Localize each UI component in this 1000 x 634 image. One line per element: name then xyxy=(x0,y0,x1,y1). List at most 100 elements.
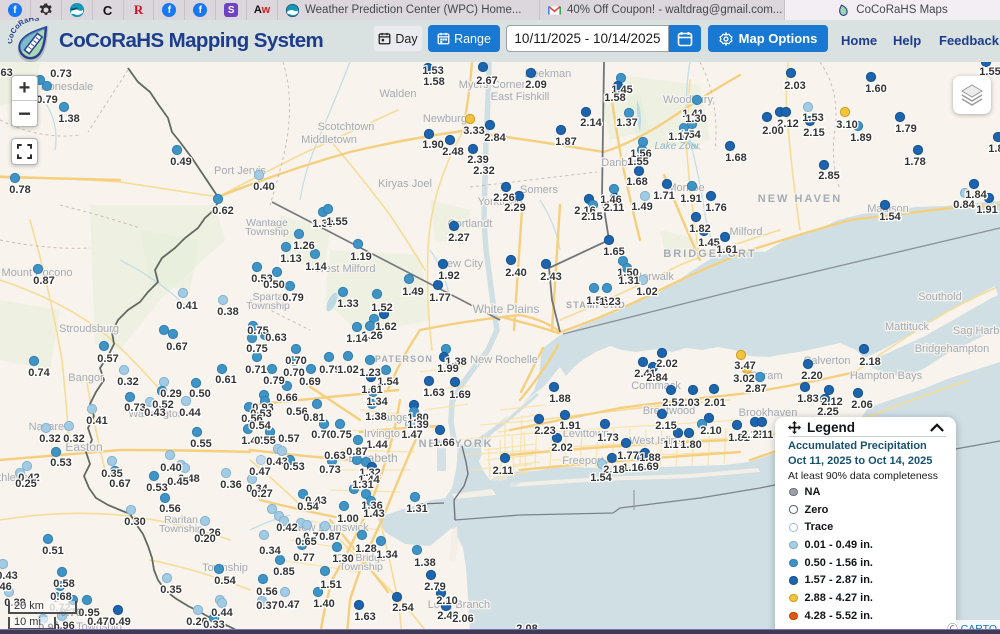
svg-text:1.33: 1.33 xyxy=(337,298,358,310)
svg-text:1.49: 1.49 xyxy=(631,201,652,213)
svg-text:1.55: 1.55 xyxy=(627,156,648,168)
svg-text:1.38: 1.38 xyxy=(414,557,435,569)
svg-text:2.06: 2.06 xyxy=(851,399,872,411)
svg-text:2.03: 2.03 xyxy=(784,80,805,92)
svg-text:0.20: 0.20 xyxy=(194,533,215,545)
svg-text:0.53: 0.53 xyxy=(50,457,71,469)
svg-text:East Fishkill: East Fishkill xyxy=(491,91,550,103)
svg-text:2.27: 2.27 xyxy=(448,232,469,244)
svg-text:0.67: 0.67 xyxy=(166,341,187,353)
svg-text:0.54: 0.54 xyxy=(249,420,271,432)
svg-text:1.49: 1.49 xyxy=(402,286,423,298)
svg-text:2.40: 2.40 xyxy=(505,267,526,279)
svg-text:1.14: 1.14 xyxy=(346,333,368,345)
svg-text:0.79: 0.79 xyxy=(36,94,57,106)
svg-text:Woodbury: Woodbury xyxy=(663,94,713,106)
svg-text:1.00: 1.00 xyxy=(337,513,358,525)
svg-text:0.63: 0.63 xyxy=(265,332,286,344)
svg-text:0.69: 0.69 xyxy=(299,376,320,388)
svg-text:0.49: 0.49 xyxy=(109,616,130,628)
svg-text:1.38: 1.38 xyxy=(58,113,79,125)
svg-text:1.28: 1.28 xyxy=(355,543,376,555)
svg-text:3.10: 3.10 xyxy=(836,119,857,131)
svg-text:1.37: 1.37 xyxy=(616,117,637,129)
svg-text:Sag Harbor: Sag Harbor xyxy=(953,325,1000,337)
svg-text:0.78: 0.78 xyxy=(9,184,30,196)
svg-text:Hampton Bays: Hampton Bays xyxy=(850,370,923,382)
svg-text:Scotchtown: Scotchtown xyxy=(318,121,375,133)
svg-text:2.03: 2.03 xyxy=(678,397,699,409)
svg-text:0.41: 0.41 xyxy=(176,300,197,312)
svg-text:1.73: 1.73 xyxy=(597,432,618,444)
svg-text:0.53: 0.53 xyxy=(146,482,167,494)
svg-text:0.57: 0.57 xyxy=(278,433,299,445)
svg-text:0.81: 0.81 xyxy=(303,412,324,424)
svg-text:1.54: 1.54 xyxy=(879,211,901,223)
svg-text:1.13: 1.13 xyxy=(280,253,301,265)
svg-text:1.51: 1.51 xyxy=(320,579,341,591)
svg-text:2.18: 2.18 xyxy=(859,356,880,368)
svg-text:0.53: 0.53 xyxy=(283,461,304,473)
svg-text:1.54: 1.54 xyxy=(590,472,612,484)
svg-text:0.54: 0.54 xyxy=(297,501,319,513)
svg-text:1.71: 1.71 xyxy=(653,190,674,202)
svg-text:1.26: 1.26 xyxy=(293,240,314,252)
svg-text:Township: Township xyxy=(245,226,289,238)
svg-text:2.85: 2.85 xyxy=(818,170,839,182)
svg-text:0.25: 0.25 xyxy=(15,478,36,490)
svg-text:0.87: 0.87 xyxy=(33,275,54,287)
svg-text:1.63: 1.63 xyxy=(354,611,375,623)
svg-text:0.46: 0.46 xyxy=(0,581,12,593)
svg-text:2.67: 2.67 xyxy=(476,75,497,87)
svg-text:0.44: 0.44 xyxy=(179,407,201,419)
svg-text:2.01: 2.01 xyxy=(704,397,725,409)
svg-text:0.32: 0.32 xyxy=(63,433,84,445)
svg-text:0.77: 0.77 xyxy=(293,552,314,564)
svg-text:1.84: 1.84 xyxy=(988,143,1000,155)
svg-text:0.57: 0.57 xyxy=(97,353,118,365)
svg-text:1.83: 1.83 xyxy=(797,393,818,405)
svg-text:0.73: 0.73 xyxy=(319,464,340,476)
svg-text:2.32: 2.32 xyxy=(473,165,494,177)
svg-text:1.90: 1.90 xyxy=(422,139,443,151)
svg-text:1.58: 1.58 xyxy=(604,92,625,104)
svg-text:1.16: 1.16 xyxy=(622,462,643,474)
svg-text:0.56: 0.56 xyxy=(159,503,180,515)
svg-text:1.60: 1.60 xyxy=(865,83,886,95)
svg-text:2.11: 2.11 xyxy=(493,465,514,477)
svg-text:0.75: 0.75 xyxy=(330,429,351,441)
svg-text:2.15: 2.15 xyxy=(655,420,676,432)
svg-text:BRIDGEPORT: BRIDGEPORT xyxy=(663,248,756,260)
svg-text:1.34: 1.34 xyxy=(376,549,398,561)
svg-text:1.47: 1.47 xyxy=(401,429,422,441)
svg-text:NEW HAVEN: NEW HAVEN xyxy=(758,193,842,205)
svg-text:1.65: 1.65 xyxy=(603,246,624,258)
svg-text:0.47: 0.47 xyxy=(278,599,299,611)
svg-text:Stroudsburg: Stroudsburg xyxy=(59,323,119,335)
svg-text:0.47: 0.47 xyxy=(249,466,270,478)
svg-text:1.66: 1.66 xyxy=(433,437,454,449)
svg-text:0.35: 0.35 xyxy=(160,584,181,596)
svg-text:0.79: 0.79 xyxy=(282,292,303,304)
svg-text:1.38: 1.38 xyxy=(365,411,386,423)
svg-text:2.84: 2.84 xyxy=(484,132,506,144)
svg-text:0.70: 0.70 xyxy=(285,355,306,367)
svg-text:0.54: 0.54 xyxy=(214,575,236,587)
svg-text:2.02: 2.02 xyxy=(656,358,677,370)
svg-text:1.91: 1.91 xyxy=(680,193,701,205)
svg-text:1.63: 1.63 xyxy=(423,387,444,399)
svg-text:0.30: 0.30 xyxy=(124,516,145,528)
svg-text:2.10: 2.10 xyxy=(700,425,721,437)
svg-text:0.37: 0.37 xyxy=(256,600,277,612)
svg-text:0.85: 0.85 xyxy=(273,566,294,578)
svg-text:1.82: 1.82 xyxy=(689,223,710,235)
svg-text:0.75: 0.75 xyxy=(246,343,267,355)
svg-text:0.65: 0.65 xyxy=(295,536,316,548)
svg-text:2.79: 2.79 xyxy=(424,581,445,593)
svg-text:1.89: 1.89 xyxy=(850,132,871,144)
svg-text:Bangor: Bangor xyxy=(68,372,104,384)
svg-text:0.67: 0.67 xyxy=(109,478,130,490)
svg-text:0.79: 0.79 xyxy=(263,375,284,387)
svg-text:0.41: 0.41 xyxy=(86,415,107,427)
svg-text:1.79: 1.79 xyxy=(895,123,916,135)
